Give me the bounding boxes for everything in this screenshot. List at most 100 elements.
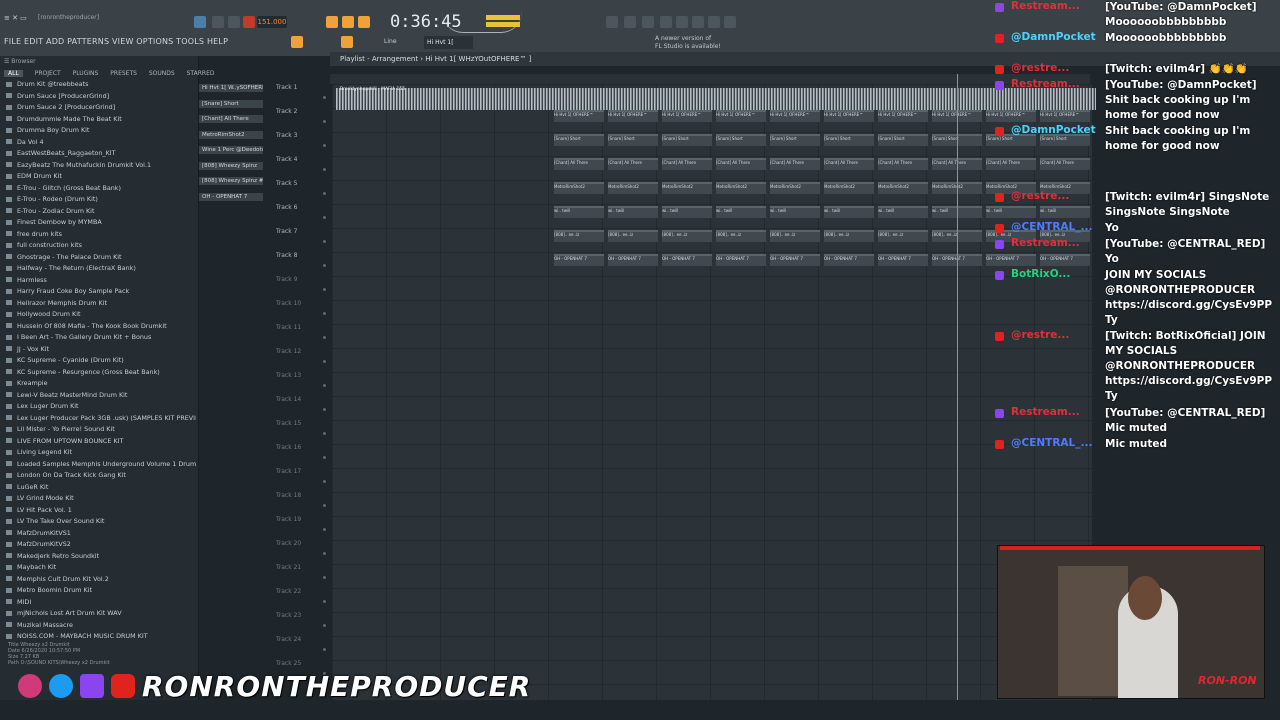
track-header[interactable]: Track 2 bbox=[276, 108, 328, 132]
pattern-clip[interactable]: [Chant] All There bbox=[824, 158, 874, 170]
browser-folder[interactable]: Hussein Of 808 Mafia - The Kook Book Dru… bbox=[6, 322, 196, 334]
channel-item[interactable]: [808] Wheezy Spinz #2 bbox=[199, 177, 269, 193]
track-header[interactable]: Track 24 bbox=[276, 636, 328, 660]
pattern-clip[interactable]: [Snare] Short bbox=[878, 134, 928, 146]
mute-dot[interactable] bbox=[323, 624, 326, 627]
pattern-clip[interactable]: [Snare] Short bbox=[554, 134, 604, 146]
track-header[interactable]: Track 5 bbox=[276, 180, 328, 204]
pattern-clip[interactable]: [808].. ee..iz bbox=[608, 230, 658, 242]
pattern-clip[interactable]: wi.. twill bbox=[770, 206, 820, 218]
mute-dot[interactable] bbox=[323, 600, 326, 603]
pattern-clip[interactable]: MetroRimShot2 bbox=[554, 182, 604, 194]
mute-dot[interactable] bbox=[323, 264, 326, 267]
mute-dot[interactable] bbox=[323, 96, 326, 99]
play-button[interactable] bbox=[212, 16, 224, 28]
mixer-icon[interactable] bbox=[624, 16, 636, 28]
pattern-clip[interactable]: MetroRimShot2 bbox=[878, 182, 928, 194]
snap-icon[interactable] bbox=[291, 36, 303, 48]
pattern-clip[interactable]: MetroRimShot2 bbox=[824, 182, 874, 194]
pattern-clip[interactable]: Hi Hvt 1[ OFHERE™ bbox=[986, 110, 1036, 122]
browser-folder[interactable]: free drum kits bbox=[6, 230, 196, 242]
pattern-clip[interactable]: [Snare] Short bbox=[824, 134, 874, 146]
browser-folder[interactable]: JJ - Vox Kit bbox=[6, 345, 196, 357]
track-header[interactable]: Track 3 bbox=[276, 132, 328, 156]
audio-clip-waveform[interactable] bbox=[336, 88, 1096, 110]
mute-dot[interactable] bbox=[323, 408, 326, 411]
browser-folder[interactable]: LV The Take Over Sound Kit bbox=[6, 517, 196, 529]
mute-dot[interactable] bbox=[323, 192, 326, 195]
mute-dot[interactable] bbox=[323, 360, 326, 363]
pattern-clip[interactable]: wi.. twill bbox=[716, 206, 766, 218]
pattern-clip[interactable]: Hi Hvt 1[ OFHERE™ bbox=[878, 110, 928, 122]
paint-tool-icon[interactable] bbox=[341, 36, 353, 48]
track-header[interactable]: Track 23 bbox=[276, 612, 328, 636]
pattern-clip[interactable]: [Chant] All There bbox=[770, 158, 820, 170]
channel-item[interactable]: Hi Hvt 1[ W..ySOFHERE™ bbox=[199, 84, 269, 100]
timeline-ruler[interactable] bbox=[330, 74, 1090, 84]
track-header[interactable]: Track 18 bbox=[276, 492, 328, 516]
channel-item[interactable]: OH - OPENHAT 7 bbox=[199, 192, 269, 209]
channel-item[interactable]: MetroRimShot2 bbox=[199, 130, 269, 147]
pattern-clip[interactable]: Hi Hvt 1[ OFHERE™ bbox=[716, 110, 766, 122]
browser-folder[interactable]: E-Trou - Rodeo (Drum Kit) bbox=[6, 195, 196, 207]
pattern-clip[interactable]: OH - OPENHAT 7 bbox=[1040, 254, 1090, 266]
browser-folder[interactable]: Drumdummie Made The Beat Kit bbox=[6, 115, 196, 127]
browser-folder[interactable]: EastWestBeats_Raggaeton_KIT bbox=[6, 149, 196, 161]
channel-item[interactable]: [Snare] Short bbox=[199, 99, 269, 116]
pattern-clip[interactable]: Hi Hvt 1[ OFHERE™ bbox=[1040, 110, 1090, 122]
browser-folder[interactable]: LIVE FROM UPTOWN BOUNCE KIT bbox=[6, 437, 196, 449]
browser-folder[interactable]: full construction kits bbox=[6, 241, 196, 253]
browser-folder[interactable]: Halfway - The Return (ElectraX Bank) bbox=[6, 264, 196, 276]
browser-folder[interactable]: EazyBeatz The Muthafuckin Drumkit Vol.1 bbox=[6, 161, 196, 173]
pattern-clip[interactable]: OH - OPENHAT 7 bbox=[986, 254, 1036, 266]
mute-dot[interactable] bbox=[323, 384, 326, 387]
pattern-clip[interactable]: wi.. twill bbox=[1040, 206, 1090, 218]
browser-folder[interactable]: Drum Sauce [ProducerGrind] bbox=[6, 92, 196, 104]
pattern-clip[interactable]: MetroRimShot2 bbox=[770, 182, 820, 194]
pattern-clip[interactable]: [Chant] All There bbox=[554, 158, 604, 170]
pattern-clip[interactable]: Hi Hvt 1[ OFHERE™ bbox=[824, 110, 874, 122]
pattern-clip[interactable]: [Snare] Short bbox=[608, 134, 658, 146]
track-header[interactable]: Track 17 bbox=[276, 468, 328, 492]
track-header[interactable]: Track 10 bbox=[276, 300, 328, 324]
browser-folder[interactable]: Da Vol 4 bbox=[6, 138, 196, 150]
browser-folder[interactable]: Loaded Samples Memphis Underground Volum… bbox=[6, 460, 196, 472]
browser-folder[interactable]: Hellrazor Memphis Drum Kit bbox=[6, 299, 196, 311]
track-header[interactable]: Track 6 bbox=[276, 204, 328, 228]
tempo-display[interactable]: 151.000 bbox=[257, 16, 287, 28]
browser-folder[interactable]: Metro Boomin Drum Kit bbox=[6, 586, 196, 598]
piano-roll-icon[interactable] bbox=[692, 16, 704, 28]
browser-folder[interactable]: Muzikal Massacre bbox=[6, 621, 196, 633]
channel-item[interactable]: [808] Wheezy Spinz bbox=[199, 161, 269, 178]
playhead[interactable] bbox=[957, 74, 958, 700]
pattern-clip[interactable]: Hi Hvt 1[ OFHERE™ bbox=[608, 110, 658, 122]
track-header[interactable]: Track 20 bbox=[276, 540, 328, 564]
pattern-clip[interactable]: OH - OPENHAT 7 bbox=[770, 254, 820, 266]
browser-folder[interactable]: Memphis Cult Drum Kit Vol.2 bbox=[6, 575, 196, 587]
mute-dot[interactable] bbox=[323, 456, 326, 459]
browser-folder[interactable]: I Been Art - The Gallery Drum Kit + Bonu… bbox=[6, 333, 196, 345]
browser-folder[interactable]: Makedjerk Retro Soundkit bbox=[6, 552, 196, 564]
browser-folder[interactable]: Lex Luger Producer Pack 3GB .usk) (SAMPL… bbox=[6, 414, 196, 426]
browser-folder[interactable]: MafzDrumKitVS2 bbox=[6, 540, 196, 552]
browser-folder[interactable]: Lewi-V Beatz MasterMind Drum Kit bbox=[6, 391, 196, 403]
pattern-clip[interactable]: OH - OPENHAT 7 bbox=[824, 254, 874, 266]
pattern-clip[interactable]: OH - OPENHAT 7 bbox=[608, 254, 658, 266]
browser-folder[interactable]: LV Hit Pack Vol. 1 bbox=[6, 506, 196, 518]
pattern-clip[interactable]: [808].. ee..iz bbox=[770, 230, 820, 242]
browser-folder[interactable]: Hollywood Drum Kit bbox=[6, 310, 196, 322]
window-controls[interactable]: ≡ ✕ ▭ bbox=[4, 14, 27, 22]
track-header[interactable]: Track 15 bbox=[276, 420, 328, 444]
pattern-clip[interactable]: [Chant] All There bbox=[878, 158, 928, 170]
pattern-clip[interactable]: MetroRimShot2 bbox=[662, 182, 712, 194]
tab-all[interactable]: ALL bbox=[4, 70, 23, 77]
pattern-clip[interactable]: [Chant] All There bbox=[716, 158, 766, 170]
track-header[interactable]: Track 19 bbox=[276, 516, 328, 540]
browser-folder[interactable]: Lex Luger Drum Kit bbox=[6, 402, 196, 414]
mute-dot[interactable] bbox=[323, 168, 326, 171]
update-hint[interactable]: A newer version of FL Studio is available… bbox=[655, 35, 721, 51]
wait-record-button[interactable] bbox=[342, 16, 354, 28]
browser-folder[interactable]: EDM Drum Kit bbox=[6, 172, 196, 184]
browser-folder[interactable]: Harry Fraud Coke Boy Sample Pack bbox=[6, 287, 196, 299]
mute-dot[interactable] bbox=[323, 528, 326, 531]
